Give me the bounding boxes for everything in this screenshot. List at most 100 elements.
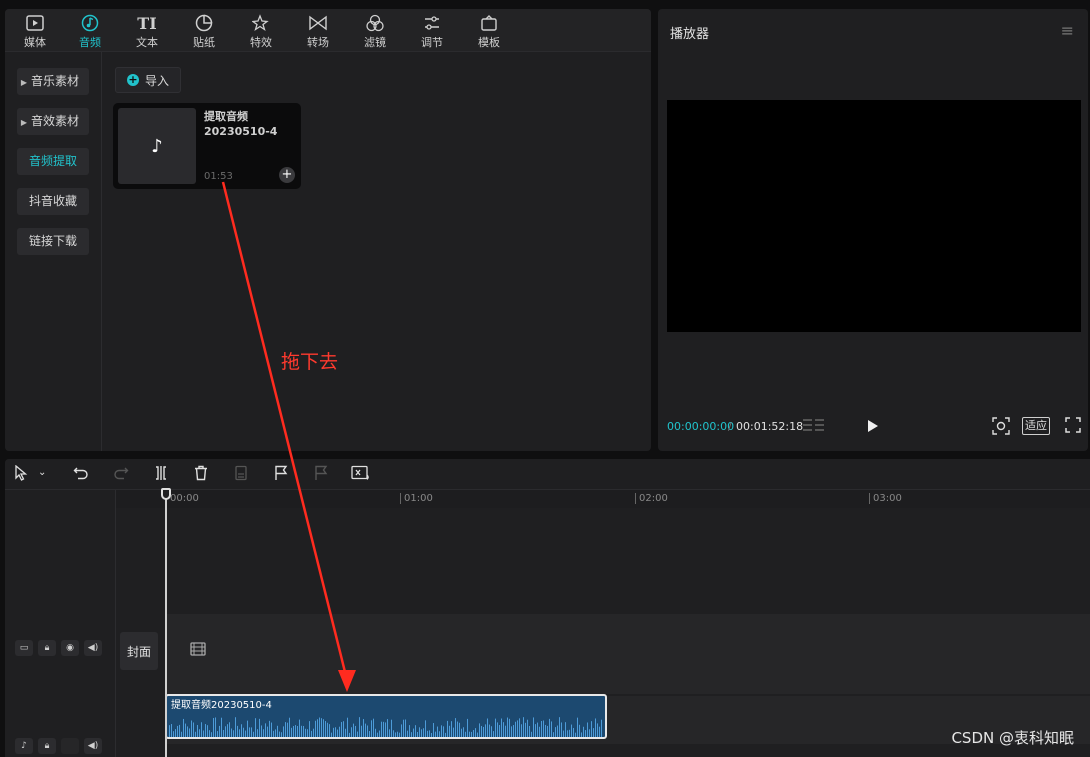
play-icon[interactable] [867,419,879,436]
waveform-bar [463,727,464,737]
waveform-bar [215,717,216,737]
waveform-bar [257,729,258,737]
cover-button[interactable]: 封面 [120,632,158,670]
waveform-bar [453,727,454,737]
eye-icon[interactable]: ◉ [61,640,79,656]
waveform-bar [387,719,388,737]
waveform-bar [441,725,442,737]
audio-clip[interactable]: 提取音频20230510-4 [165,694,607,739]
sidebar-item-audio-extract[interactable]: 音频提取 [17,148,89,175]
waveform-bar [591,721,592,737]
waveform-bar [189,728,190,737]
auto-caption-icon[interactable] [351,465,371,485]
fullscreen-icon[interactable] [1065,417,1081,436]
tab-effects[interactable]: 特效 [236,13,286,51]
tab-filter[interactable]: 滤镜 [350,13,400,51]
select-cursor-icon[interactable] [14,464,28,485]
waveform-bar [351,727,352,737]
timecode-grid-icon[interactable] [803,418,825,435]
playhead[interactable] [165,488,167,757]
waveform-bar [379,730,380,737]
menu-icon[interactable]: ≡ [1061,21,1074,40]
waveform-bar [315,720,316,737]
tab-template[interactable]: 模板 [464,13,514,51]
sidebar-item-music[interactable]: ▶ 音乐素材 [17,68,89,95]
audio-clip-label: 提取音频20230510-4 [171,700,272,711]
waveform-bar [271,722,272,737]
delete-icon[interactable] [193,465,209,485]
lock-icon[interactable]: 🔒︎ [38,738,56,754]
waveform-bar [199,729,200,737]
chevron-down-icon[interactable]: ⌄ [38,467,46,478]
fit-ratio-button[interactable]: 适应 [1022,417,1050,435]
waveform-bar [251,727,252,737]
waveform-bar [503,722,504,737]
waveform-bar [513,725,514,737]
waveform-bar [553,732,554,737]
waveform-bar [523,717,524,737]
audio-card-title: 提取音频 20230510-4 [204,110,278,138]
marker-flag-icon[interactable] [273,465,289,485]
waveform-bar [237,725,238,737]
waveform-bar [273,730,274,737]
speaker-icon[interactable]: ◀) [84,738,102,754]
waveform-bar [201,722,202,737]
marker-flag-dim-icon[interactable] [313,465,329,485]
ruler-tick: 02:00 [635,493,668,504]
zoom-frame-icon[interactable] [992,417,1010,438]
waveform-bar [343,721,344,737]
waveform-bar [511,726,512,737]
undo-icon[interactable] [73,465,89,485]
waveform-bar [259,718,260,737]
lock-icon[interactable]: 🔒︎ [38,640,56,656]
waveform-bar [211,732,212,737]
tab-audio[interactable]: 音频 [65,13,115,51]
redo-icon[interactable] [113,465,129,485]
freeze-frame-icon[interactable] [233,465,249,485]
waveform-bar [233,730,234,737]
template-icon [464,13,514,33]
timeline-toolbar: ⌄ [5,459,1090,490]
tab-media[interactable]: 媒体 [10,13,60,51]
waveform-bar [433,723,434,737]
audio-track-icon: ♪ [15,738,33,754]
waveform-bar [563,730,564,737]
tab-transition[interactable]: 转场 [293,13,343,51]
video-track-lane[interactable] [165,614,1090,694]
plus-circle-icon: + [126,73,139,86]
tab-adjust[interactable]: 调节 [407,13,457,51]
split-icon[interactable] [153,465,169,485]
playhead-handle[interactable] [161,488,171,500]
waveform-bar [247,720,248,737]
waveform-bar [515,721,516,737]
sidebar-item-sound-effects[interactable]: ▶ 音效素材 [17,108,89,135]
waveform-bar [475,728,476,737]
waveform-bar [549,718,550,737]
annotation-text: 拖下去 [281,351,339,373]
waveform-bar [485,724,486,737]
time-ruler[interactable]: 00:00 01:00 02:00 03:00 [116,490,1090,508]
tab-text[interactable]: TI 文本 [122,13,172,51]
waveform-bar [217,731,218,737]
preview-screen [667,100,1081,332]
add-to-track-button[interactable]: + [279,167,295,183]
import-button[interactable]: + 导入 [115,67,181,93]
waveform-bar [461,728,462,737]
speaker-icon[interactable]: ◀) [84,640,102,656]
sidebar-item-douyin-favorites[interactable]: 抖音收藏 [17,188,89,215]
waveform-bar [481,725,482,737]
waveform-bar [325,721,326,737]
waveform-bar [287,722,288,737]
waveform-bar [555,727,556,737]
waveform-bar [483,726,484,737]
tab-sticker[interactable]: 贴纸 [179,13,229,51]
waveform-bar [565,722,566,737]
waveform-bar [323,719,324,737]
waveform-bar [313,728,314,737]
waveform-bar [347,717,348,737]
waveform-bar [411,732,412,737]
waveform-bar [231,728,232,737]
sidebar-item-link-download[interactable]: 链接下载 [17,228,89,255]
audio-card[interactable]: ♪ 提取音频 20230510-4 01:53 + [113,103,301,189]
waveform-bar [357,731,358,737]
